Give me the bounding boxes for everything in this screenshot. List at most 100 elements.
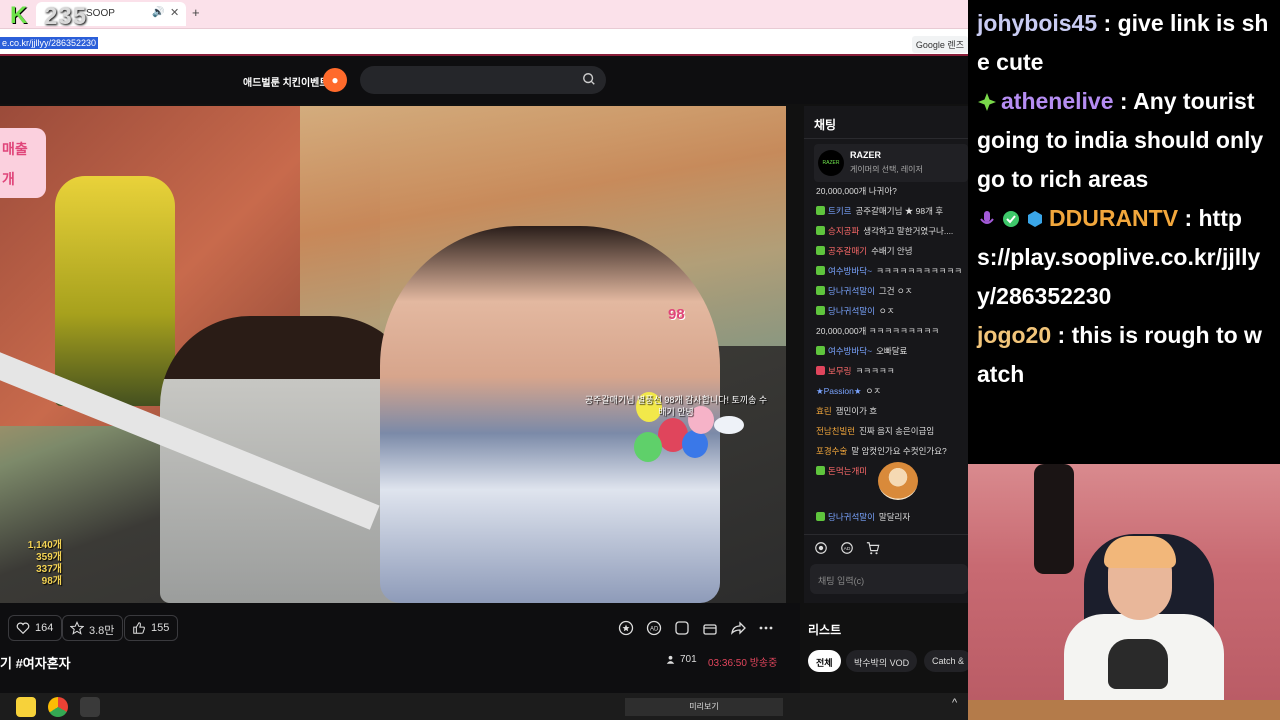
chat-user[interactable]: 포경수술 [816, 446, 847, 456]
chat-user[interactable]: 보무링 [828, 366, 851, 376]
chat-message: 당나귀석말이 ㅇㅈ [816, 300, 968, 320]
chat-user[interactable]: 여수방바닥~ [828, 266, 872, 276]
shirt-cat-print [1108, 639, 1168, 689]
stream-logo: K [10, 2, 28, 29]
search-icon[interactable] [582, 72, 596, 86]
chat-user[interactable]: 당나귀석말이 [828, 286, 875, 296]
chip-vod[interactable]: 박수박의 VOD [846, 650, 918, 672]
chat-message: 포경수술 말 암컷인가요 수컷인가요? [816, 440, 968, 460]
balloon-pill-label: 164 [35, 622, 54, 634]
chat-text: 잼민이가 흐 [835, 406, 878, 416]
chat-message: 당나귀석말이 말달리자 [816, 506, 968, 526]
chat-user[interactable]: 당나귀석말이 [828, 306, 875, 316]
chat-message: 전남친빌런 진짜 음지 송은이급임 [816, 420, 968, 440]
chat-text: ㅋㅋㅋㅋㅋ [855, 366, 895, 376]
chrome-icon[interactable] [48, 697, 68, 717]
active-chrome-icon[interactable] [80, 697, 100, 717]
kakaotalk-icon[interactable] [16, 697, 36, 717]
chat-text: 그건 ㅇㅈ [878, 286, 913, 296]
video-player[interactable]: 매출 개 98 공주갈매기님 별풍선 98개 감사합니다! 토끼송 수배기 안녕… [0, 106, 786, 603]
balloon-pill-button[interactable]: 164 [8, 615, 63, 641]
event-label[interactable]: 애드벌룬 치킨이벤트 [243, 74, 329, 89]
chip-catch[interactable]: Catch & [924, 650, 973, 672]
watermelon-badge-icon [816, 366, 825, 375]
svg-text:AD: AD [844, 546, 851, 552]
speaker-icon[interactable]: 🔊 [152, 7, 164, 18]
sponsor-subtitle: 게이머의 선택, 레이저 [850, 165, 923, 174]
fan-badge-icon [816, 246, 825, 255]
chat-user[interactable]: 돈먹는개미 [828, 466, 867, 476]
ad-balloon-icon[interactable]: AD [840, 541, 854, 555]
like-button[interactable]: 155 [124, 615, 179, 641]
google-lens-chip[interactable]: Google 렌즈 [911, 36, 968, 53]
gift-count: 1,140개 [27, 540, 62, 551]
chat-user[interactable]: 공주갈매기 [828, 246, 867, 256]
badge-star-icon[interactable] [618, 620, 634, 636]
star-icon [70, 621, 84, 635]
chat-text: ㅇㅈ [878, 306, 895, 316]
chat-input[interactable]: 채팅 입력(c) [810, 564, 968, 594]
chat-user[interactable]: 전남친빌런 [816, 426, 855, 436]
chat-text: 수배기 안녕 [871, 246, 913, 256]
chat-toolbar: AD [804, 534, 968, 558]
overlay-chat-user: johybois45 [977, 10, 1098, 36]
chat-text: 진짜 음지 송은이급임 [859, 426, 935, 436]
chat-message-list: 20,000,000개 나귀아? 트키르 공주갈매기님 ★ 98개 후 승지공파 생… [816, 180, 968, 526]
sponsor-card[interactable]: RAZER RAZER 게이머의 선택, 레이저 [814, 144, 968, 182]
chip-all[interactable]: 전체 [808, 650, 841, 672]
microphone-icon [980, 211, 994, 224]
sticker-icon[interactable] [674, 620, 690, 636]
new-tab-button[interactable]: + [192, 5, 200, 20]
fan-badge-icon [816, 226, 825, 235]
razer-logo: RAZER [818, 150, 844, 176]
gift-box-icon[interactable] [702, 620, 718, 636]
chat-user[interactable]: 여수방바닥~ [828, 346, 872, 356]
shiba-emoticon-icon [878, 462, 918, 500]
sponsor-name: RAZER [850, 150, 881, 160]
overlay-chat-user: athenelive [1001, 88, 1114, 114]
chat-user[interactable]: 트키르 [828, 206, 851, 216]
chat-user[interactable]: 승지공파 [828, 226, 859, 236]
favorite-count: 3.8만 [89, 625, 115, 637]
chat-text: 20,000,000개 ㅋㅋㅋㅋㅋㅋㅋㅋㅋ [816, 326, 940, 336]
fan-badge-icon [816, 266, 825, 275]
punching-bag [1034, 464, 1074, 574]
share-icon[interactable] [730, 620, 746, 636]
badge-star-icon[interactable] [814, 541, 828, 555]
balloon-heart-icon [16, 622, 30, 635]
overlay-chat-message: athenelive : Any tourist going to india … [977, 82, 1272, 199]
thumbs-up-icon [133, 622, 145, 634]
overlay-chat-user: DDURANTV [1049, 205, 1179, 231]
close-tab-icon[interactable]: ✕ [170, 6, 179, 19]
video-scene-rickshaw [55, 176, 175, 406]
chat-text: 공주갈매기님 ★ 98개 후 [855, 206, 944, 216]
stream-counter: 235 [44, 3, 88, 30]
fan-badge-icon [816, 286, 825, 295]
chicken-avatar-icon[interactable]: ● [323, 68, 347, 92]
video-info-bar: 164 3.8만 155 AD 기 #여자혼자 701 03:36:50 방송중 [0, 603, 800, 693]
search-input[interactable] [360, 66, 606, 94]
address-bar[interactable]: e.co.kr/jjllyy/286352230 Google 렌즈 [0, 28, 968, 56]
webcam-feed [968, 464, 1280, 720]
favorite-button[interactable]: 3.8만 [62, 615, 124, 641]
chat-user[interactable]: ★Passion★ [816, 386, 861, 396]
balloon-count: 98 [668, 306, 685, 323]
fan-badge-icon [816, 466, 825, 475]
site-header: 애드벌룬 치킨이벤트 ● [0, 56, 968, 104]
list-title: 리스트 [808, 623, 842, 637]
more-icon[interactable] [758, 620, 774, 636]
fan-badge-icon [816, 306, 825, 315]
tray-arrow-icon[interactable]: ^ [952, 697, 957, 709]
screen: SOOP 🔊 ✕ + K 235 e.co.kr/jjllyy/28635223… [0, 0, 1280, 720]
chat-message: ★Passion★ ㅇㅈ [816, 380, 968, 400]
chat-user[interactable]: 당나귀석말이 [828, 512, 875, 522]
chat-user[interactable]: 효린 [816, 406, 832, 416]
viewer-count: 701 [680, 654, 697, 665]
ad-balloon-icon[interactable]: AD [646, 620, 662, 636]
chat-text: 오빠달료 [876, 346, 908, 356]
url-text[interactable]: e.co.kr/jjllyy/286352230 [0, 37, 99, 49]
cart-icon[interactable] [866, 541, 880, 555]
left-overlay-badge: 매출 개 [0, 128, 46, 198]
preview-button[interactable]: 미리보기 [625, 698, 783, 716]
gift-count: 337개 [36, 564, 62, 575]
